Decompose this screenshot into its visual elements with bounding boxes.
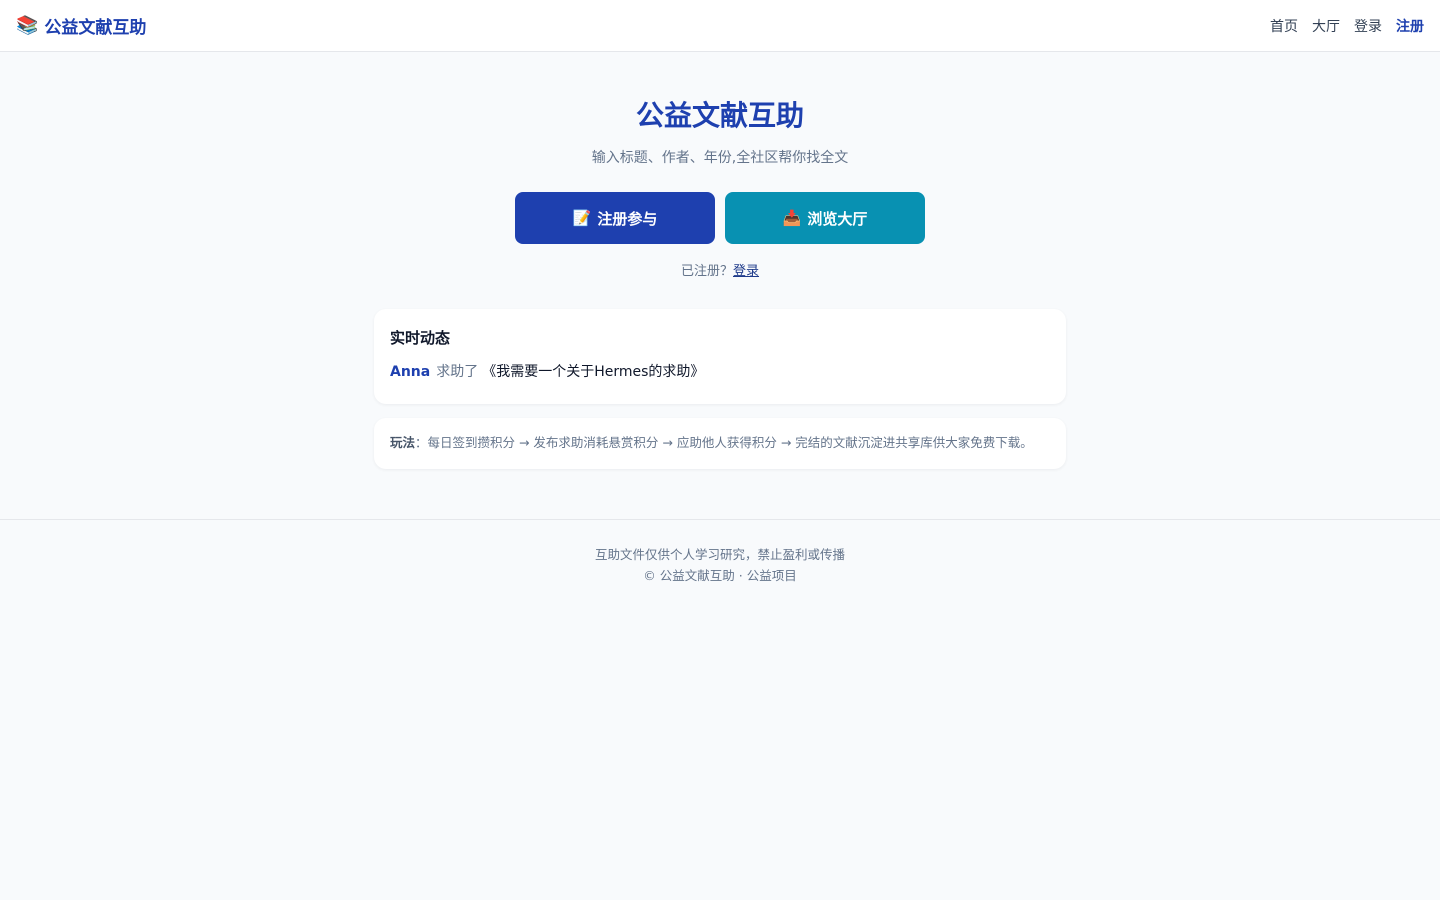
activity-card: 实时动态 Anna 求助了 《我需要一个关于Hermes的求助》 <box>374 309 1066 404</box>
memo-icon: 📝 <box>572 209 592 227</box>
hero-section: 公益文献互助 输入标题、作者、年份,全社区帮你找全文 📝 注册参与 📥 浏览大厅… <box>0 52 1440 279</box>
brand-name: 公益文献互助 <box>44 18 147 38</box>
nav-hall-link[interactable]: 大厅 <box>1312 16 1340 36</box>
main-nav: 首页 大厅 登录 注册 <box>1270 16 1424 36</box>
hero-title: 公益文献互助 <box>635 99 804 132</box>
activity-request-title[interactable]: 《我需要一个关于Hermes的求助》 <box>482 364 704 380</box>
activity-item: Anna 求助了 《我需要一个关于Hermes的求助》 <box>390 362 1050 382</box>
inbox-tray-icon: 📥 <box>782 209 802 227</box>
nav-login-link[interactable]: 登录 <box>1354 16 1382 36</box>
rules-text: ：每日签到攒积分 → 发布求助消耗悬赏积分 → 应助他人获得积分 → 完结的文献… <box>415 435 1033 450</box>
main-content: 公益文献互助 输入标题、作者、年份,全社区帮你找全文 📝 注册参与 📥 浏览大厅… <box>0 52 1440 469</box>
cta-row: 📝 注册参与 📥 浏览大厅 <box>0 192 1440 244</box>
login-link[interactable]: 登录 <box>733 264 759 279</box>
activity-user[interactable]: Anna <box>390 364 430 380</box>
activity-action: 求助了 <box>436 364 479 380</box>
top-nav-bar: 📚 公益文献互助 首页 大厅 登录 注册 <box>0 0 1440 52</box>
nav-home-link[interactable]: 首页 <box>1270 16 1298 36</box>
browse-hall-button-label: 浏览大厅 <box>807 209 868 228</box>
register-button[interactable]: 📝 注册参与 <box>515 192 715 244</box>
register-button-label: 注册参与 <box>597 209 658 228</box>
login-prompt: 已注册？ <box>680 264 733 279</box>
books-icon: 📚 <box>16 14 39 36</box>
brand[interactable]: 📚 公益文献互助 <box>16 13 146 38</box>
footer: 互助文件仅供个人学习研究，禁止盈利或传播 © 公益文献互助 · 公益项目 <box>0 519 1440 586</box>
nav-register-link[interactable]: 注册 <box>1396 16 1424 36</box>
hero-subtitle: 输入标题、作者、年份,全社区帮你找全文 <box>591 150 849 166</box>
footer-disclaimer: 互助文件仅供个人学习研究，禁止盈利或传播 <box>594 547 845 562</box>
activity-title: 实时动态 <box>390 329 451 347</box>
rules-card: 玩法：每日签到攒积分 → 发布求助消耗悬赏积分 → 应助他人获得积分 → 完结的… <box>374 418 1066 469</box>
browse-hall-button[interactable]: 📥 浏览大厅 <box>725 192 925 244</box>
login-hint: 已注册？登录 <box>0 260 1440 279</box>
rules-label: 玩法 <box>390 435 416 450</box>
footer-copyright: © 公益文献互助 · 公益项目 <box>643 568 797 583</box>
